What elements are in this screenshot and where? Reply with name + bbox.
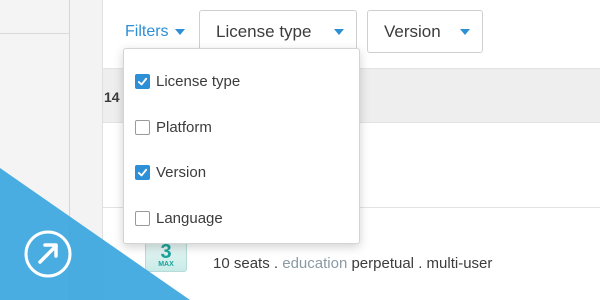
results-count: 14 [104, 89, 120, 105]
product-license-kind: education [282, 255, 348, 272]
option-label: License type [156, 73, 241, 91]
select-label: Version [384, 21, 441, 41]
product-icon-number: 3 [160, 241, 172, 263]
filters-button[interactable]: Filters [125, 20, 185, 44]
product-icon-label: MAX [158, 261, 174, 268]
caret-down-icon [174, 29, 185, 35]
product-term: perpetual [351, 255, 415, 272]
product-usage: multi-user [426, 255, 493, 272]
filter-option-version[interactable]: Version [124, 150, 359, 196]
caret-down-icon [334, 28, 344, 35]
filter-option-language[interactable]: Language [124, 196, 359, 242]
checkbox-icon[interactable] [135, 74, 150, 90]
checkbox-icon[interactable] [135, 210, 150, 226]
checkbox-icon[interactable] [135, 119, 150, 135]
license-type-select[interactable]: License type [199, 10, 357, 53]
filter-option-platform[interactable]: Platform [124, 105, 359, 151]
option-label: Version [156, 164, 207, 182]
option-label: Language [156, 209, 223, 227]
filters-dropdown: License type Platform Version Language [123, 48, 360, 244]
corner-badge-button[interactable] [18, 224, 78, 284]
product-meta: 10 seats . education perpetual . multi-u… [213, 255, 492, 272]
meta-separator: . [418, 255, 423, 272]
product-seats: 10 seats [213, 255, 270, 272]
select-label: License type [216, 21, 312, 41]
filters-label: Filters [125, 23, 169, 40]
rail-divider [0, 33, 70, 34]
caret-down-icon [460, 28, 470, 35]
filter-option-license-type[interactable]: License type [124, 59, 359, 105]
option-label: Platform [156, 118, 212, 136]
version-select[interactable]: Version [367, 10, 483, 53]
product-icon-3dsmax: 3 MAX [145, 240, 187, 272]
meta-separator: . [273, 255, 279, 272]
checkbox-icon[interactable] [135, 165, 150, 181]
